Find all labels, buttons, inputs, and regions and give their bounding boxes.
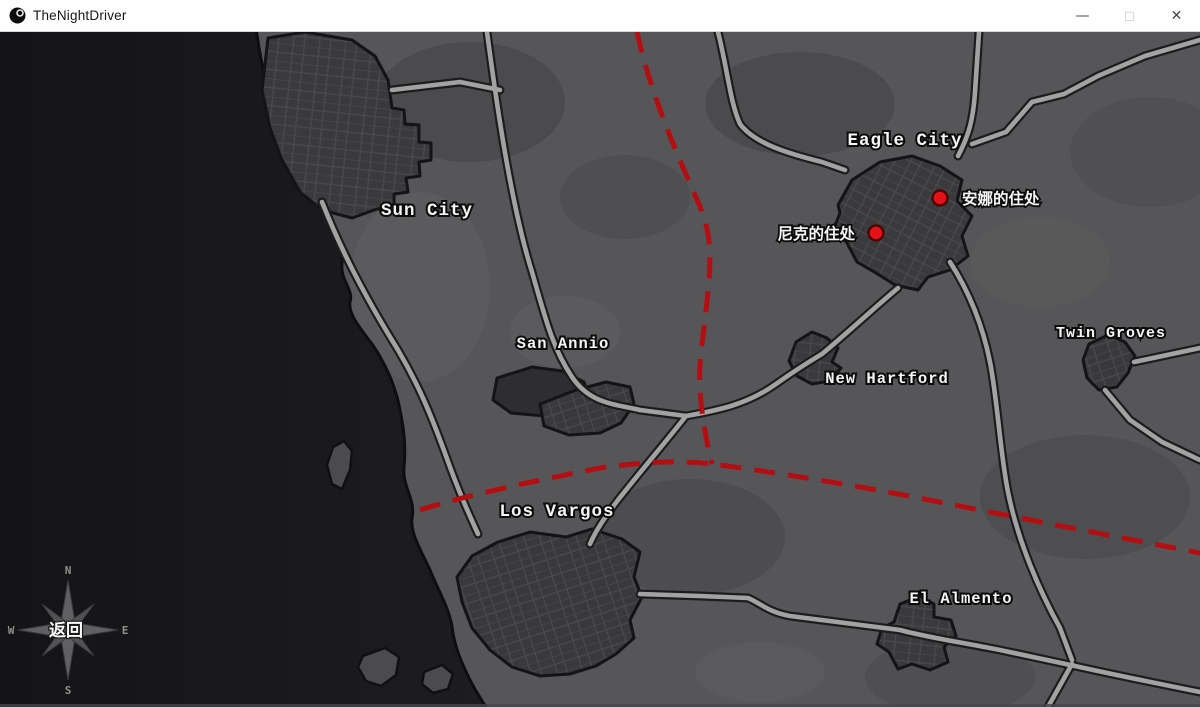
app-icon [9,7,26,24]
minimize-button[interactable]: — [1059,0,1106,32]
compass-west-label: W [8,624,15,637]
marker-anna-dot[interactable] [933,191,948,206]
back-button[interactable]: 返回 [49,621,83,641]
game-window: TheNightDriver — ◻ ✕ [0,0,1200,707]
label-el-almento: El Almento [909,590,1012,608]
compass-south-label: S [65,684,72,697]
label-eagle-city: Eagle City [847,131,962,151]
marker-nick-label: 尼克的住处 [777,224,855,243]
maximize-button[interactable]: ◻ [1106,0,1153,32]
close-button[interactable]: ✕ [1153,0,1200,32]
map-canvas: Sun City Eagle City San Annio New Hartfo… [0,32,1200,707]
label-new-hartford: New Hartford [825,370,949,388]
compass-north-label: N [65,564,72,577]
label-sun-city: Sun City [381,201,473,221]
marker-anna-label: 安娜的住处 [962,189,1040,208]
window-title: TheNightDriver [33,8,127,23]
label-twin-groves: Twin Groves [1056,325,1166,342]
map-view[interactable]: Sun City Eagle City San Annio New Hartfo… [0,32,1200,707]
label-los-vargos: Los Vargos [499,502,614,522]
label-san-annio: San Annio [517,335,610,353]
titlebar: TheNightDriver — ◻ ✕ [0,0,1200,32]
compass-east-label: E [122,624,129,637]
marker-nick-dot[interactable] [869,226,884,241]
